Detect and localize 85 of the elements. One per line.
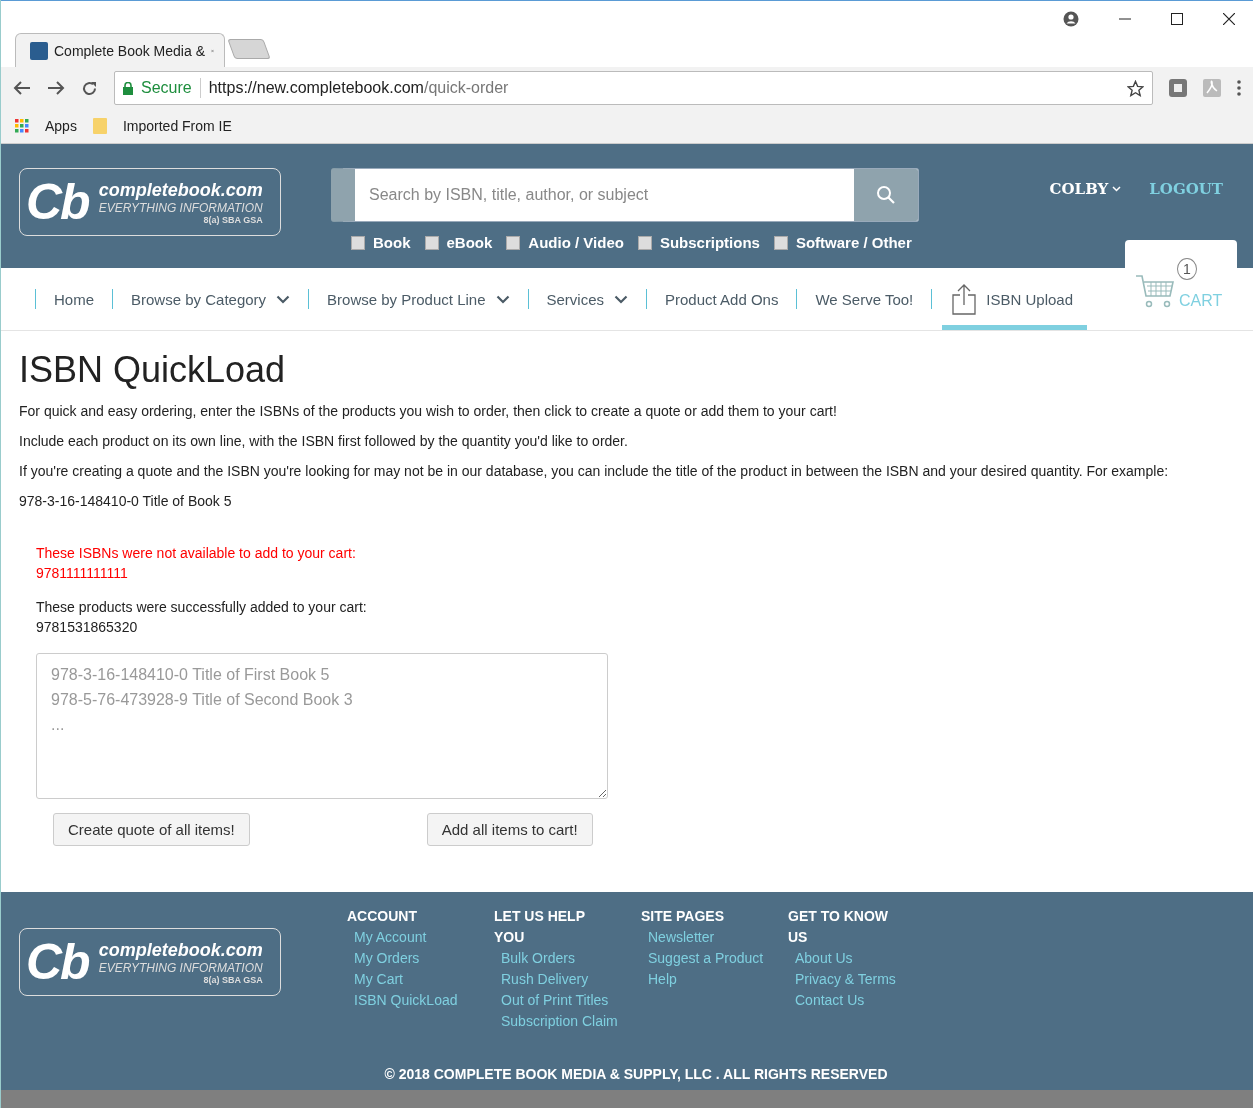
nav-item[interactable]: We Serve Too! [815,268,914,330]
footer-heading: GET TO KNOW US [788,907,890,947]
nav-item[interactable]: Browse by Product Line [327,268,510,330]
address-bar[interactable]: Secure https://new.completebook.com/quick-order [114,71,1153,105]
instruction-text: Include each product on its own line, with the ISBN first followed by the quantity you'd like to order. [19,433,629,449]
copyright-text: © 2018 COMPLETE BOOK MEDIA & SUPPLY, LLC . ALL RIGHTS RESERVED [383,1066,889,1084]
filter-label: Audio / Video [528,234,624,251]
profile-icon[interactable] [1063,11,1079,27]
search-icon [876,185,896,205]
star-icon[interactable] [1127,79,1144,97]
footer-link[interactable]: Contact Us [788,990,915,1011]
footer-link[interactable]: Newsletter [641,927,768,948]
action-button[interactable]: Create quote of all items! [53,813,250,846]
extension-icon[interactable] [1169,79,1187,97]
footer-heading: SITE PAGES [641,907,725,926]
instruction-text: 978-3-16-148410-0 Title of Book 5 [19,493,233,509]
upload-icon [952,283,977,315]
cart-count: 1 [1177,258,1197,280]
footer-link[interactable]: My Orders [347,948,474,969]
isbn-text: 9781531865320 [36,619,139,635]
search-bar[interactable]: Search by ISBN, title, author, or subject [331,168,919,222]
checkbox[interactable] [424,235,439,250]
instruction-text: For quick and easy ordering, enter the ISBNs of the products you wish to order, then click to create a quote or add them to your cart! [19,403,838,419]
back-icon[interactable] [13,80,31,96]
footer-link[interactable]: Bulk Orders [494,948,621,969]
checkbox[interactable] [773,235,788,250]
filter-label: eBook [446,234,493,251]
message-heading: These ISBNs were not available to add to your cart: [36,545,357,561]
url-text: https://new.completebook.com/quick-order [208,79,509,97]
footer-link[interactable]: Privacy & Terms [788,969,915,990]
forward-icon[interactable] [47,80,65,96]
logo-tagline: EVERYTHING INFORMATION [98,200,263,215]
footer-link[interactable]: My Account [347,927,474,948]
logo-tagline: EVERYTHING INFORMATION [98,960,263,975]
bookmark[interactable]: Imported From IE [92,118,232,134]
footer-link[interactable]: Rush Delivery [494,969,621,990]
search-button[interactable] [854,169,918,221]
new-tab-button[interactable] [227,39,271,59]
footer-link[interactable]: About Us [788,948,915,969]
logout-link[interactable]: LOGOUT [1149,180,1223,198]
footer-link[interactable]: My Cart [347,969,474,990]
instruction-text: If you're creating a quote and the ISBN you're looking for may not be in our database, you can include the title of the product in between the ISBN and your desired quantity. For example: [19,463,1170,479]
filter-label: Subscriptions [659,234,760,251]
filter-label: Book [373,234,411,251]
message-heading: These products were successfully added to your cart: [36,599,368,615]
logo-name: completebook.com [98,939,263,961]
nav-item[interactable]: Services [546,268,629,330]
checkbox[interactable] [506,235,521,250]
secure-label: Secure [141,79,192,97]
tab-title: Complete Book Media & [54,42,205,59]
horizontal-scrollbar[interactable] [1,1090,1253,1108]
lock-icon [123,81,133,95]
browser-tab[interactable]: Complete Book Media & [15,33,225,67]
checkbox[interactable] [351,235,365,250]
site-favicon [30,41,48,60]
nav-item[interactable]: ISBN Upload [942,268,1087,330]
filter-label: Software / Other [795,234,912,251]
logo-name: completebook.com [98,179,263,201]
footer-heading: ACCOUNT [347,907,418,926]
footer-link[interactable]: Suggest a Product [641,948,768,969]
logo-mark: Cb [26,177,90,227]
footer-link[interactable]: Subscription Claim [494,1011,621,1032]
footer-link[interactable]: ISBN QuickLoad [347,990,474,1011]
nav-item[interactable]: Home [54,268,94,330]
folder-icon [92,118,107,134]
page-title: ISBN QuickLoad [19,349,287,391]
checkbox[interactable] [637,235,652,250]
chevron-down-icon [1112,186,1122,192]
logo-mark: Cb [26,937,90,987]
menu-icon[interactable] [1237,80,1241,96]
apps-grid-icon [15,119,29,133]
bookmark[interactable]: Apps [15,118,77,134]
action-button[interactable]: Add all items to cart! [426,813,593,846]
nav-item[interactable]: Browse by Category [131,268,291,330]
maximize-icon[interactable] [1171,13,1183,25]
footer-link[interactable]: Out of Print Titles [494,990,621,1011]
certifications: 8(a) SBA GSA [203,974,263,985]
certifications: 8(a) SBA GSA [203,214,263,225]
footer-link[interactable]: Help [641,969,768,990]
isbn-text: 9781111111111 [36,565,129,581]
nav-item[interactable]: Product Add Ons [665,268,779,330]
user-menu[interactable]: COLBY [1049,180,1122,198]
footer-heading: LET US HELP YOU [494,907,586,947]
reload-icon[interactable] [81,79,98,97]
isbn-input-field[interactable]: 978-3-16-148410-0 Title of First Book 5 978-5-76-473928-9 Title of Second Book 3 ... [36,653,608,799]
